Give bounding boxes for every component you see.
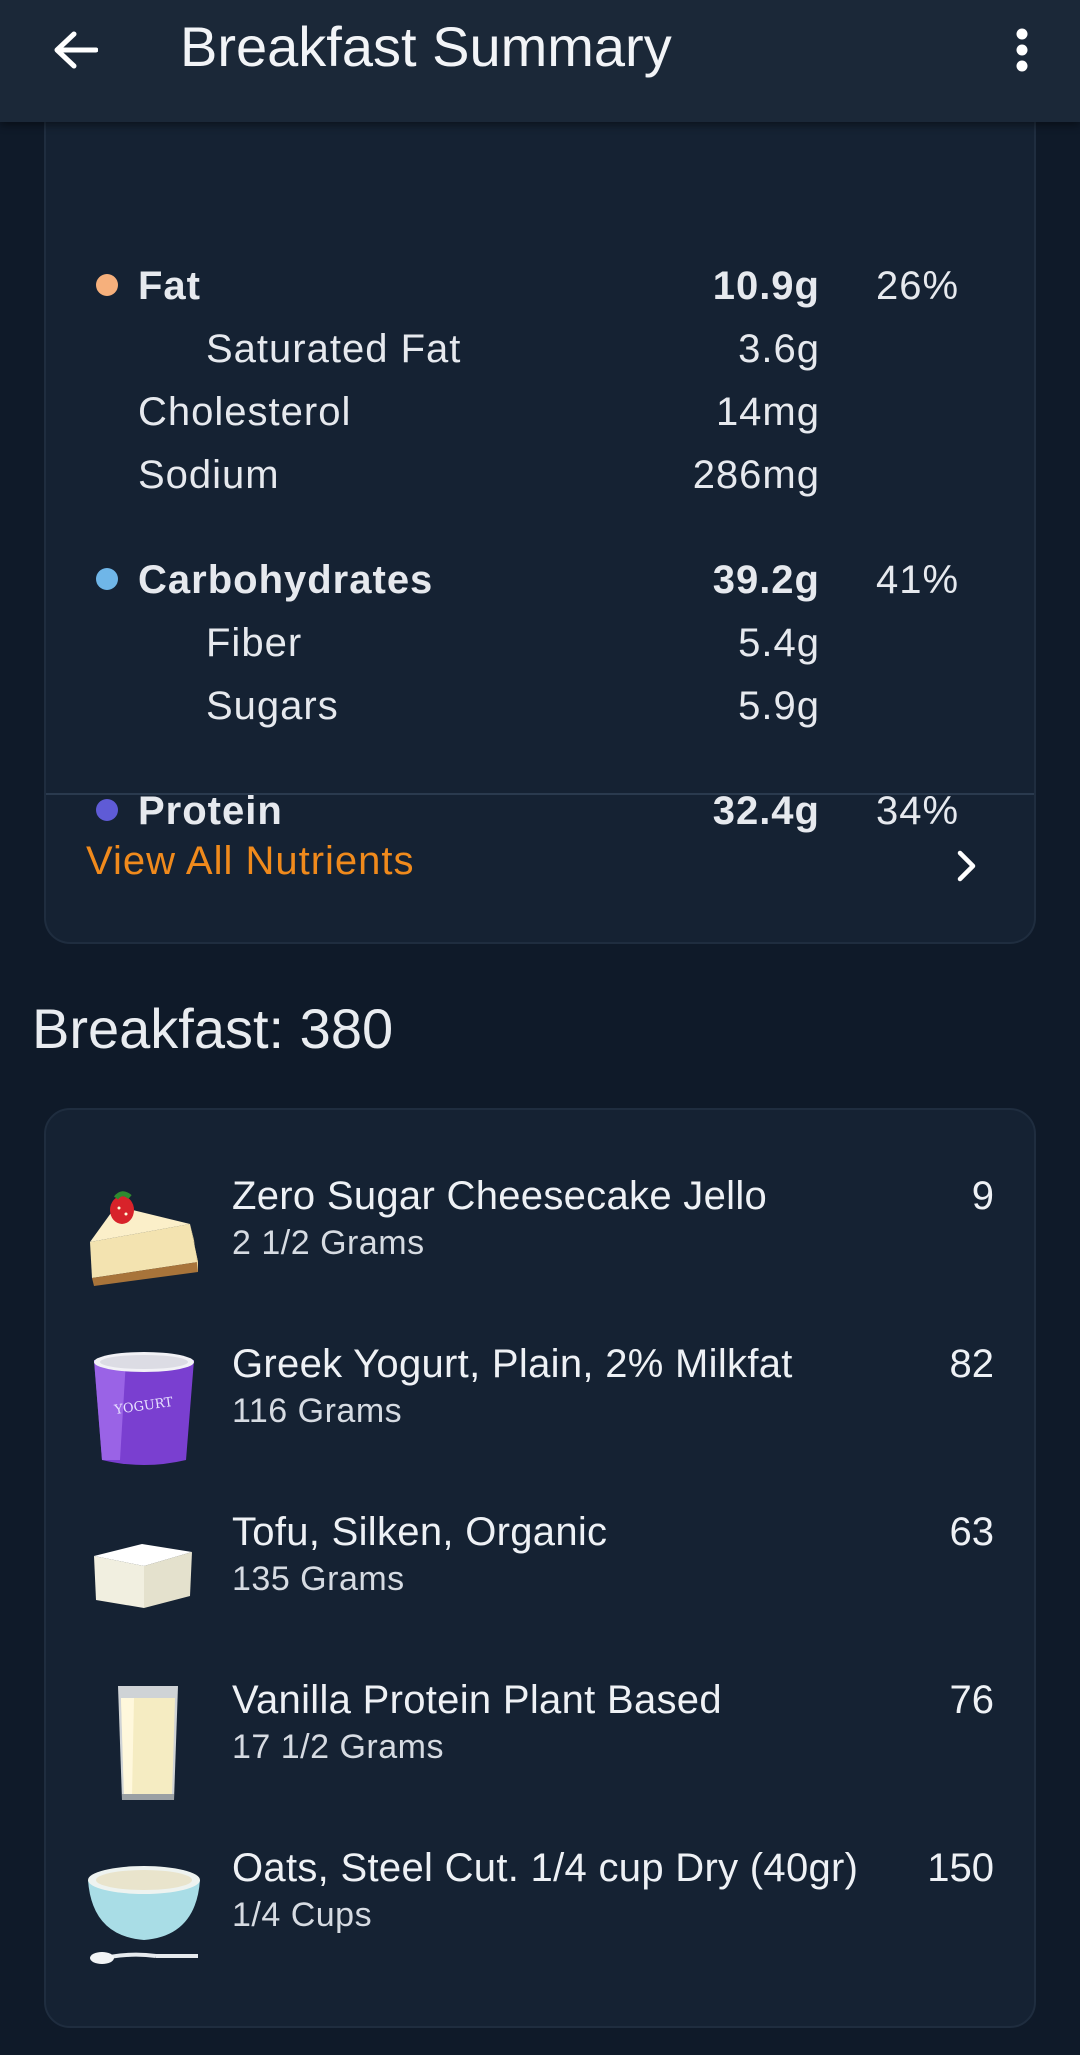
nutrient-label: Sodium (138, 453, 280, 497)
food-quantity: 1/4 Cups (232, 1896, 373, 1934)
food-calories: 76 (949, 1678, 995, 1722)
food-name: Vanilla Protein Plant Based (232, 1678, 722, 1722)
nutrient-row-sugars: Sugars 5.9g (46, 676, 1034, 736)
back-button[interactable] (40, 20, 110, 80)
food-item[interactable]: Tofu, Silken, Organic 135 Grams 63 (46, 1510, 1034, 1678)
food-item[interactable]: Vanilla Protein Plant Based 17 1/2 Grams… (46, 1678, 1034, 1846)
nutrient-label: Carbohydrates (138, 558, 434, 602)
food-calories: 82 (949, 1342, 995, 1386)
food-calories: 9 (971, 1174, 994, 1218)
app-bar: Breakfast Summary (0, 0, 1080, 122)
food-calories: 63 (949, 1510, 995, 1554)
nutrient-label: Fat (138, 264, 201, 308)
oat-bowl-icon (86, 1852, 202, 1972)
food-quantity: 116 Grams (232, 1392, 403, 1430)
nutrient-amount: 5.4g (738, 621, 820, 665)
tofu-icon (86, 1516, 202, 1636)
food-quantity: 17 1/2 Grams (232, 1728, 444, 1766)
nutrient-label: Sugars (206, 684, 339, 728)
food-name: Tofu, Silken, Organic (232, 1510, 608, 1554)
food-name: Oats, Steel Cut. 1/4 cup Dry (40gr) (232, 1846, 859, 1890)
milk-glass-icon (86, 1684, 202, 1804)
nutrient-amount: 10.9g (712, 264, 820, 308)
food-item[interactable]: YOGURT Greek Yogurt, Plain, 2% Milkfat 1… (46, 1342, 1034, 1510)
nutrient-label: Cholesterol (138, 390, 352, 434)
fat-dot-icon (96, 274, 118, 296)
nutrient-amount: 3.6g (738, 327, 820, 371)
nutrient-label: Saturated Fat (206, 327, 462, 371)
nutrient-row-sodium: Sodium 286mg (46, 445, 1034, 505)
nutrient-row-saturated-fat: Saturated Fat 3.6g (46, 319, 1034, 379)
food-item[interactable]: Zero Sugar Cheesecake Jello 2 1/2 Grams … (46, 1174, 1034, 1342)
nutrient-amount: 14mg (715, 390, 820, 434)
food-name: Greek Yogurt, Plain, 2% Milkfat (232, 1342, 793, 1386)
view-all-nutrients-button[interactable]: View All Nutrients (46, 795, 1034, 943)
food-name: Zero Sugar Cheesecake Jello (232, 1174, 768, 1218)
nutrient-row-fat: Fat 10.9g 26% (46, 256, 1034, 316)
nutrient-row-cholesterol: Cholesterol 14mg (46, 382, 1034, 442)
nutrient-breakdown-card: Fat 10.9g 26% Saturated Fat 3.6g Cholest… (44, 90, 1036, 944)
meal-section-title: Breakfast: 380 (32, 997, 394, 1060)
overflow-menu-button[interactable] (1000, 20, 1044, 80)
nutrient-row-fiber: Fiber 5.4g (46, 613, 1034, 673)
nutrient-row-carbohydrates: Carbohydrates 39.2g 41% (46, 550, 1034, 610)
view-all-nutrients-label: View All Nutrients (86, 839, 415, 883)
chevron-right-icon (946, 841, 986, 891)
nutrient-label: Fiber (206, 621, 303, 665)
nutrient-amount: 39.2g (712, 558, 820, 602)
food-item[interactable]: Oats, Steel Cut. 1/4 cup Dry (40gr) 1/4 … (46, 1846, 1034, 2014)
food-calories: 150 (927, 1846, 994, 1890)
page-title: Breakfast Summary (180, 15, 672, 78)
cheesecake-icon (86, 1180, 202, 1300)
nutrient-percent: 41% (876, 558, 960, 602)
arrow-left-icon (54, 31, 98, 69)
food-quantity: 135 Grams (232, 1560, 405, 1598)
yogurt-cup-icon: YOGURT (86, 1348, 202, 1468)
carbohydrates-dot-icon (96, 568, 118, 590)
nutrient-amount: 286mg (692, 453, 820, 497)
more-vertical-icon (1016, 28, 1028, 72)
nutrient-percent: 26% (876, 264, 960, 308)
food-quantity: 2 1/2 Grams (232, 1224, 425, 1262)
food-list-card: Zero Sugar Cheesecake Jello 2 1/2 Grams … (44, 1108, 1036, 2028)
nutrient-amount: 5.9g (738, 684, 820, 728)
